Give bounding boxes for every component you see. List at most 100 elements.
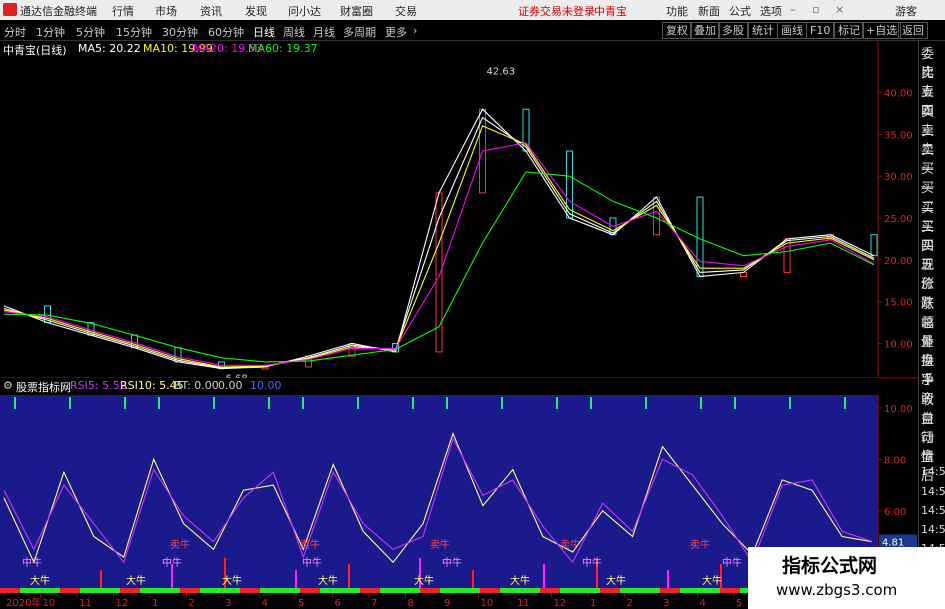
x-tick-label: 11 <box>517 598 530 609</box>
app-logo-icon <box>3 3 17 16</box>
rsi-top-flag <box>14 397 16 409</box>
rsi-bottom-strip <box>20 588 40 593</box>
menu-item-news[interactable]: 资讯 <box>200 3 222 19</box>
adjust-button[interactable]: 复权 <box>662 22 692 39</box>
rsi-bottom-strip <box>540 588 560 593</box>
price-candle <box>870 234 878 257</box>
rsi-bottom-strip <box>40 588 60 593</box>
rsi-bottom-strip <box>480 588 500 593</box>
menu-item-options[interactable]: 选项 <box>760 3 782 19</box>
mark-button[interactable]: 标记 <box>834 22 864 39</box>
side-panel-item[interactable]: 14:50 <box>921 523 945 536</box>
rsi-top-flag <box>357 397 359 409</box>
rsi-signal-pillar <box>100 570 102 588</box>
rsi-signal-pillar <box>348 564 350 588</box>
watermark-url: www.zbgs3.com <box>776 581 898 599</box>
side-panel-item[interactable]: 14:50 <box>921 485 945 498</box>
tab-5min[interactable]: 5分钟 <box>76 24 105 40</box>
menu-item-market[interactable]: 行情 <box>112 3 134 19</box>
draw-button[interactable]: 画线 <box>777 22 807 39</box>
rsi-buy-label: 大牛 <box>702 574 722 587</box>
x-tick-label: 5 <box>736 598 742 609</box>
menu-item-new-page[interactable]: 新面 <box>698 3 720 19</box>
overlay-button[interactable]: 叠加 <box>690 22 720 39</box>
menu-item-function[interactable]: 功能 <box>666 3 688 19</box>
price-tick-label: 35.00 <box>884 130 913 141</box>
x-tick-label: 12 <box>554 598 567 609</box>
menu-item-trade[interactable]: 交易 <box>395 3 417 19</box>
chevron-right-icon[interactable]: › <box>413 24 417 37</box>
gear-icon[interactable]: ⚙ <box>3 379 13 392</box>
extra-value: 0.00 <box>218 379 243 392</box>
x-tick-label: 11 <box>79 598 92 609</box>
back-button[interactable]: 返回 <box>898 22 928 39</box>
rsi-bottom-strip <box>620 588 640 593</box>
chart-svg[interactable]: 10.0015.0020.0025.0030.0035.0040.0042.63… <box>0 41 918 609</box>
rsi-buy-label: 大牛 <box>222 574 242 587</box>
rsi-mid-label: 中牛 <box>22 556 42 569</box>
menu-item-exchange[interactable]: 市场 <box>155 3 177 19</box>
rsi-bottom-strip <box>240 588 260 593</box>
rsi-bottom-strip <box>160 588 180 593</box>
rsi-tick-label: 6.00 <box>884 507 906 518</box>
x-tick-label: 3 <box>663 598 669 609</box>
rsi-top-flag <box>844 397 846 409</box>
rsi-bottom-strip <box>280 588 300 593</box>
rsi-buy-label: 大牛 <box>606 574 626 587</box>
x-tick-label: 10 <box>43 598 56 609</box>
stats-button[interactable]: 统计 <box>748 22 778 39</box>
watermark: 指标公式网 www.zbgs3.com <box>748 547 945 609</box>
rsi-bottom-strip <box>580 588 600 593</box>
rsi-top-flag <box>412 397 414 409</box>
rsi-bottom-strip <box>60 588 80 593</box>
rsi-top-flag <box>590 397 592 409</box>
tab-daily[interactable]: 日线 <box>253 24 275 40</box>
rsi-bottom-strip <box>640 588 660 593</box>
multi-stock-button[interactable]: 多股 <box>718 22 748 39</box>
indicator-name[interactable]: 股票指标网 <box>16 379 71 395</box>
rsi-bottom-strip <box>340 588 360 593</box>
menu-item-formula[interactable]: 公式 <box>729 3 751 19</box>
add-watchlist-button[interactable]: +自选 <box>862 22 902 39</box>
rsi-bottom-strip <box>460 588 480 593</box>
rsi-mid-label: 中牛 <box>162 556 182 569</box>
menu-item-ask[interactable]: 问小达 <box>288 3 321 19</box>
user-label[interactable]: 游客 <box>895 3 917 19</box>
tab-1min[interactable]: 1分钟 <box>36 24 65 40</box>
rsi-buy-label: 大牛 <box>126 574 146 587</box>
rsi-bottom-strip <box>660 588 680 593</box>
rsi-mid-label: 中牛 <box>582 556 602 569</box>
tab-weekly[interactable]: 周线 <box>283 24 305 40</box>
rsi-signal-pillar <box>472 570 474 588</box>
tab-monthly[interactable]: 月线 <box>313 24 335 40</box>
tab-intraday[interactable]: 分时 <box>4 24 26 40</box>
side-panel-item[interactable]: 14:50 <box>921 465 945 478</box>
f10-button[interactable]: F10 <box>806 22 835 39</box>
rsi-top-flag <box>556 397 558 409</box>
tab-multi-period[interactable]: 多周期 <box>343 24 376 40</box>
login-warning[interactable]: 证券交易未登录 <box>518 3 595 19</box>
menu-item-wealth[interactable]: 财富圈 <box>340 3 373 19</box>
tab-more[interactable]: 更多 <box>385 24 407 40</box>
tab-60min[interactable]: 60分钟 <box>208 24 244 40</box>
side-panel-item[interactable]: 14:50 <box>921 504 945 517</box>
tab-15min[interactable]: 15分钟 <box>116 24 152 40</box>
menu-item-discover[interactable]: 发现 <box>245 3 267 19</box>
x-tick-label: 3 <box>225 598 231 609</box>
close-icon[interactable]: × <box>835 3 844 16</box>
price-tick-label: 25.00 <box>884 214 913 225</box>
rsi-tick-label: 8.00 <box>884 455 906 466</box>
menu-bar: 通达信金融终端 行情 市场 资讯 发现 问小达 财富圈 交易 证券交易未登录 中… <box>0 0 945 20</box>
rsi5-value: RSI5: 5.52 <box>70 379 127 392</box>
rsi-bottom-strip <box>0 588 20 593</box>
price-line-close <box>3 108 875 370</box>
rsi-sell-label: 卖牛 <box>170 538 190 551</box>
price-line-ma20 <box>3 142 875 366</box>
rsi-bottom-strip <box>380 588 400 593</box>
maximize-icon[interactable]: ▫ <box>812 3 819 16</box>
rsi-buy-label: 大牛 <box>318 574 338 587</box>
indicator-title-bar: ⚙ 股票指标网 RSI5: 5.52 RSI10: 5.45 BT: 0.00 … <box>0 378 880 394</box>
minimize-icon[interactable]: – <box>790 3 796 16</box>
x-tick-label: 12 <box>116 598 129 609</box>
tab-30min[interactable]: 30分钟 <box>162 24 198 40</box>
